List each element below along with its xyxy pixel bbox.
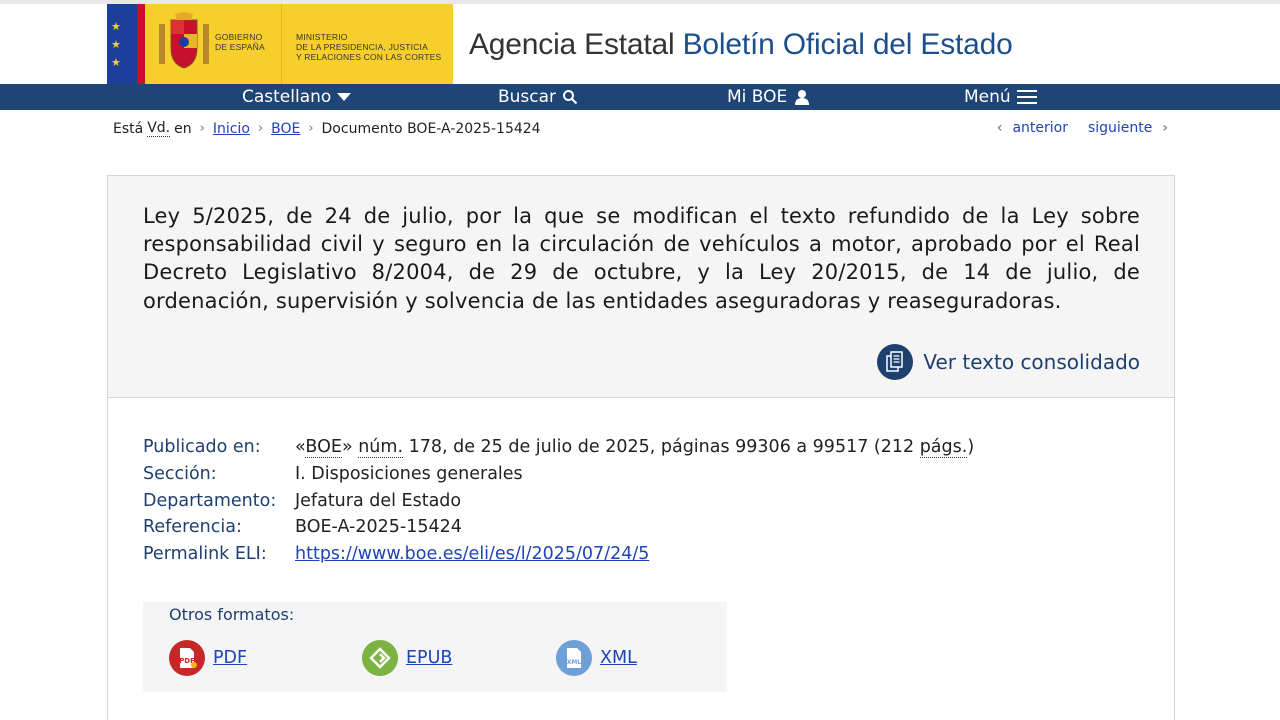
language-label: Castellano (242, 87, 332, 107)
chevron-right-icon: › (1162, 120, 1168, 136)
caret-down-icon (337, 93, 352, 101)
svg-text:XML: XML (567, 659, 582, 666)
breadcrumb: Está Vd. en › Inicio › BOE › Documento B… (113, 120, 541, 137)
document-header: Ley 5/2025, de 24 de julio, por la que s… (108, 176, 1174, 398)
government-logo[interactable]: ★ ★ ★ GOBIERNO DE ESPAÑA MINISTERIO DE LA … (107, 4, 453, 84)
consolidated-text-link[interactable]: Ver texto consolidado (877, 344, 1140, 380)
chevron-right-icon: › (257, 121, 264, 136)
chevron-right-icon: › (199, 121, 205, 136)
mi-boe-button[interactable]: Mi BOE (727, 87, 811, 107)
pdf-icon: PDF (169, 640, 205, 676)
meta-row-department: Departamento: Jefatura del Estado (143, 488, 974, 515)
pdf-download[interactable]: PDF PDF (169, 640, 247, 676)
search-button[interactable]: Buscar (498, 87, 578, 107)
language-selector[interactable]: Castellano (242, 87, 352, 107)
search-icon (563, 90, 578, 105)
document-pager: ‹ anterior siguiente › (997, 120, 1168, 136)
department-value: Jefatura del Estado (295, 490, 462, 511)
site-header: ★ ★ ★ GOBIERNO DE ESPAÑA MINISTERIO DE LA … (0, 4, 1280, 84)
eli-label: Permalink ELI: (143, 544, 267, 565)
star-icons: ★ ★ ★ (111, 20, 121, 69)
other-formats-panel: Otros formatos: PDF PDF EPUB XML XML (143, 602, 727, 692)
red-strip (137, 4, 145, 84)
published-label: Publicado en: (143, 437, 261, 457)
gobierno-block: GOBIERNO DE ESPAÑA (145, 4, 281, 84)
num-abbr: núm. (358, 437, 404, 458)
breadcrumb-current: Documento BOE-A-2025-15424 (321, 120, 541, 137)
breadcrumb-inicio-link[interactable]: Inicio (213, 121, 250, 137)
xml-link[interactable]: XML (600, 648, 637, 668)
main-navbar: Castellano Buscar Mi BOE Menú (0, 84, 1280, 110)
reference-label: Referencia: (143, 517, 242, 538)
consolidated-text-label: Ver texto consolidado (923, 350, 1140, 374)
breadcrumb-prefix-en: en (174, 120, 192, 137)
gobierno-text: GOBIERNO DE ESPAÑA (215, 32, 265, 52)
section-label: Sección: (143, 463, 217, 484)
search-label: Buscar (498, 87, 557, 107)
document-title: Ley 5/2025, de 24 de julio, por la que s… (143, 204, 1140, 313)
epub-link[interactable]: EPUB (406, 648, 452, 668)
meta-row-published: Publicado en: «BOE» núm. 178, de 25 de j… (143, 434, 974, 461)
eu-flag-strip: ★ ★ ★ (107, 4, 137, 84)
chevron-right-icon: › (308, 121, 314, 136)
document-card: Ley 5/2025, de 24 de julio, por la que s… (107, 175, 1175, 720)
pdf-link[interactable]: PDF (213, 648, 247, 668)
user-icon (795, 90, 810, 105)
epub-download[interactable]: EPUB (362, 640, 452, 676)
pags-abbr: págs. (919, 437, 968, 458)
site-title[interactable]: Agencia Estatal Boletín Oficial del Esta… (469, 28, 1013, 62)
department-label: Departamento: (143, 490, 277, 511)
menu-button[interactable]: Menú (964, 87, 1037, 107)
epub-icon (362, 640, 398, 676)
eli-permalink[interactable]: https://www.boe.es/eli/es/l/2025/07/24/5 (295, 544, 649, 564)
meta-row-section: Sección: I. Disposiciones generales (143, 461, 974, 488)
documents-icon (877, 344, 914, 380)
reference-value: BOE-A-2025-15424 (295, 517, 462, 538)
next-link[interactable]: siguiente (1088, 120, 1152, 136)
published-value: «BOE» núm. 178, de 25 de julio de 2025, … (295, 437, 975, 458)
meta-row-eli: Permalink ELI: https://www.boe.es/eli/es… (143, 541, 974, 568)
breadcrumb-boe-link[interactable]: BOE (271, 121, 300, 137)
meta-row-reference: Referencia: BOE-A-2025-15424 (143, 514, 974, 541)
breadcrumb-prefix: Está (113, 120, 144, 137)
xml-icon: XML (556, 640, 592, 676)
chevron-left-icon: ‹ (996, 120, 1003, 136)
xml-download[interactable]: XML XML (556, 640, 637, 676)
menu-label: Menú (964, 87, 1011, 107)
document-metadata: Publicado en: «BOE» núm. 178, de 25 de j… (143, 434, 974, 568)
other-formats-label: Otros formatos: (169, 605, 295, 624)
ministry-block: MINISTERIO DE LA PRESIDENCIA, JUSTICIA Y… (281, 4, 453, 84)
boe-abbr: BOE (305, 437, 342, 458)
hamburger-icon (1016, 90, 1037, 104)
section-value: I. Disposiciones generales (295, 463, 523, 484)
coat-of-arms-icon (159, 12, 209, 69)
ministry-text: MINISTERIO DE LA PRESIDENCIA, JUSTICIA Y… (296, 32, 442, 62)
mi-boe-label: Mi BOE (727, 87, 788, 107)
previous-link[interactable]: anterior (1012, 120, 1068, 136)
breadcrumb-abbr: Vd. (147, 120, 171, 137)
